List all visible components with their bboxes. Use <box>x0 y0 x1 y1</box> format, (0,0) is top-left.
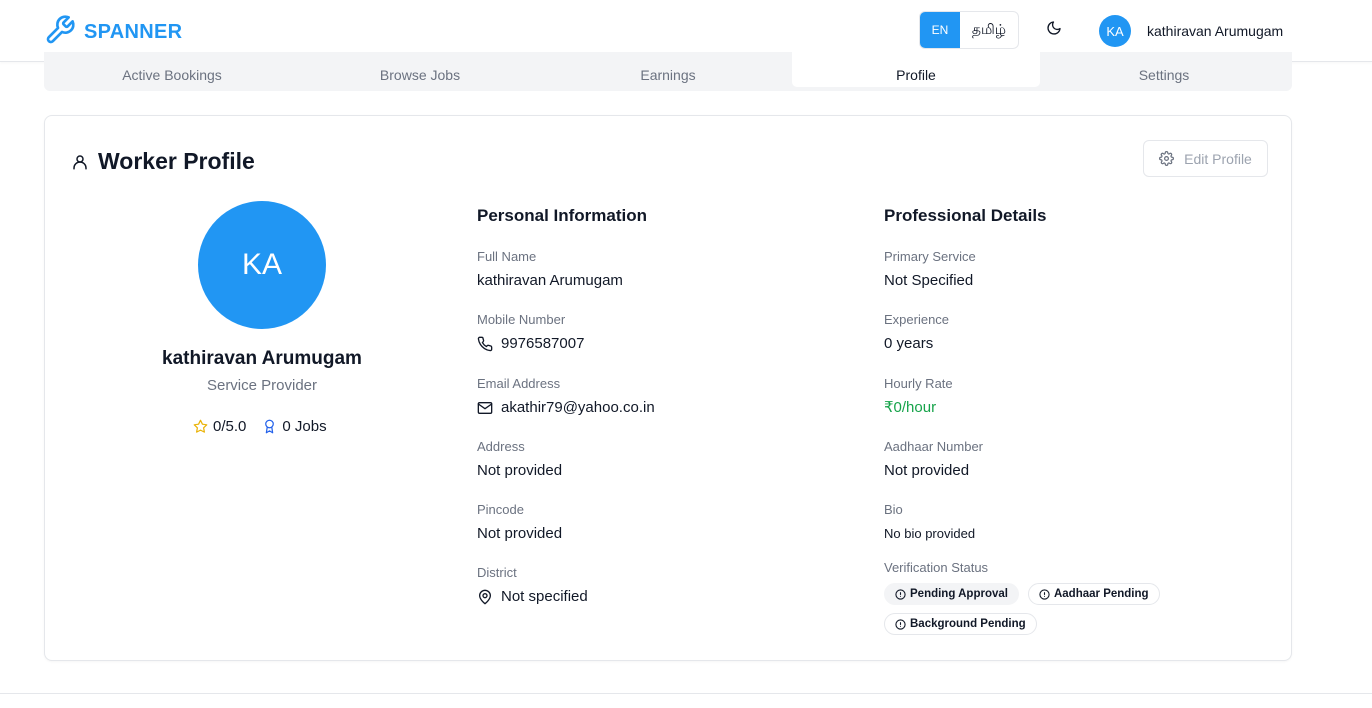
language-switcher: EN தமிழ் <box>919 11 1019 49</box>
email-row: akathir79@yahoo.co.in <box>477 397 655 419</box>
mobile-value: 9976587007 <box>501 335 585 352</box>
user-avatar[interactable]: KA <box>1099 15 1131 47</box>
personal-info-title: Personal Information <box>477 206 648 225</box>
tab-active-bookings[interactable]: Active Bookings <box>48 52 296 87</box>
address-field: Address Not provided <box>477 438 655 501</box>
primary-service-value: Not Specified <box>884 272 974 289</box>
profile-stats: 0/5.0 0 Jobs <box>193 418 327 435</box>
email-label: Email Address <box>477 376 561 391</box>
footer-divider <box>0 693 1372 694</box>
theme-toggle-button[interactable] <box>1043 19 1065 41</box>
user-icon <box>71 153 89 171</box>
district-field: District Not specified <box>477 564 655 608</box>
aadhaar-label: Aadhaar Number <box>884 439 983 454</box>
primary-service-label: Primary Service <box>884 249 976 264</box>
hourly-rate-field: Hourly Rate ₹0/hour <box>884 375 1184 438</box>
verification-field: Verification Status Pending Approval Aad… <box>884 559 1184 635</box>
info-circle-icon <box>1039 588 1050 600</box>
rating-stat: 0/5.0 <box>193 418 246 435</box>
card-title-text: Worker Profile <box>98 148 255 174</box>
full-name-value: kathiravan Arumugam <box>477 272 623 289</box>
gear-icon <box>1159 151 1175 166</box>
worker-profile-card: Worker Profile Edit Profile KA kathirava… <box>44 115 1292 661</box>
status-badge: Background Pending <box>884 613 1037 635</box>
status-badge-label: Background Pending <box>910 618 1026 630</box>
bio-label: Bio <box>884 502 903 517</box>
full-name-label: Full Name <box>477 249 537 264</box>
personal-info-section: Personal Information Full Name kathirava… <box>477 206 655 608</box>
district-label: District <box>477 565 517 580</box>
professional-title: Professional Details <box>884 206 1047 225</box>
lang-en-button[interactable]: EN <box>920 12 960 48</box>
experience-field: Experience 0 years <box>884 311 1184 375</box>
tab-earnings[interactable]: Earnings <box>544 52 792 87</box>
hourly-rate-value: ₹0/hour <box>884 399 937 416</box>
tab-bar: Active Bookings Browse Jobs Earnings Pro… <box>44 52 1292 91</box>
mail-icon <box>477 400 493 416</box>
pincode-field: Pincode Not provided <box>477 501 655 564</box>
card-title: Worker Profile <box>71 148 255 175</box>
status-badge: Aadhaar Pending <box>1027 583 1160 605</box>
status-badge-label: Aadhaar Pending <box>1053 588 1149 600</box>
full-name-field: Full Name kathiravan Arumugam <box>477 248 655 311</box>
moon-icon <box>1046 20 1062 41</box>
edit-profile-label: Edit Profile <box>1184 150 1252 167</box>
tab-browse-jobs[interactable]: Browse Jobs <box>296 52 544 87</box>
aadhaar-value: Not provided <box>884 462 970 479</box>
bio-value: No bio provided <box>884 526 976 541</box>
brand-name: SPANNER <box>84 21 183 43</box>
status-badge-label: Pending Approval <box>910 588 1008 600</box>
info-circle-icon <box>895 618 906 630</box>
jobs-count: 0 Jobs <box>282 418 327 435</box>
verification-badges: Pending Approval Aadhaar Pending Backgro… <box>884 583 1184 635</box>
email-field: Email Address akathir79@yahoo.co.in <box>477 375 655 438</box>
district-row: Not specified <box>477 586 655 608</box>
edit-profile-button[interactable]: Edit Profile <box>1143 140 1268 177</box>
user-name[interactable]: kathiravan Arumugam <box>1147 23 1283 39</box>
map-pin-icon <box>477 589 493 605</box>
brand-logo[interactable]: SPANNER <box>44 14 182 51</box>
status-badge: Pending Approval <box>884 583 1019 605</box>
lang-tamil-button[interactable]: தமிழ் <box>960 12 1018 48</box>
profile-avatar: KA <box>198 201 326 329</box>
profile-role: Service Provider <box>206 377 318 394</box>
bio-field: Bio No bio provided <box>884 501 1184 559</box>
professional-section: Professional Details Primary Service Not… <box>884 206 1184 635</box>
address-label: Address <box>477 439 525 454</box>
experience-value: 0 years <box>884 335 934 352</box>
tab-profile[interactable]: Profile <box>792 52 1040 87</box>
profile-name: kathiravan Arumugam <box>162 348 362 369</box>
aadhaar-field: Aadhaar Number Not provided <box>884 438 1184 501</box>
hourly-rate-label: Hourly Rate <box>884 376 953 391</box>
award-icon <box>262 419 277 434</box>
mobile-label: Mobile Number <box>477 312 566 327</box>
info-circle-icon <box>895 588 906 600</box>
experience-label: Experience <box>884 312 950 327</box>
primary-service-field: Primary Service Not Specified <box>884 248 1184 311</box>
verification-label: Verification Status <box>884 560 989 575</box>
wrench-icon <box>44 14 76 51</box>
star-icon <box>193 419 208 434</box>
district-value: Not specified <box>501 588 588 605</box>
phone-icon <box>477 336 493 352</box>
tab-settings[interactable]: Settings <box>1040 52 1288 87</box>
mobile-row: 9976587007 <box>477 333 655 355</box>
pincode-label: Pincode <box>477 502 524 517</box>
email-value: akathir79@yahoo.co.in <box>501 399 655 416</box>
mobile-field: Mobile Number 9976587007 <box>477 311 655 375</box>
pincode-value: Not provided <box>477 525 563 542</box>
rating-value: 0/5.0 <box>213 418 247 435</box>
jobs-stat: 0 Jobs <box>262 418 327 435</box>
address-value: Not provided <box>477 462 563 479</box>
